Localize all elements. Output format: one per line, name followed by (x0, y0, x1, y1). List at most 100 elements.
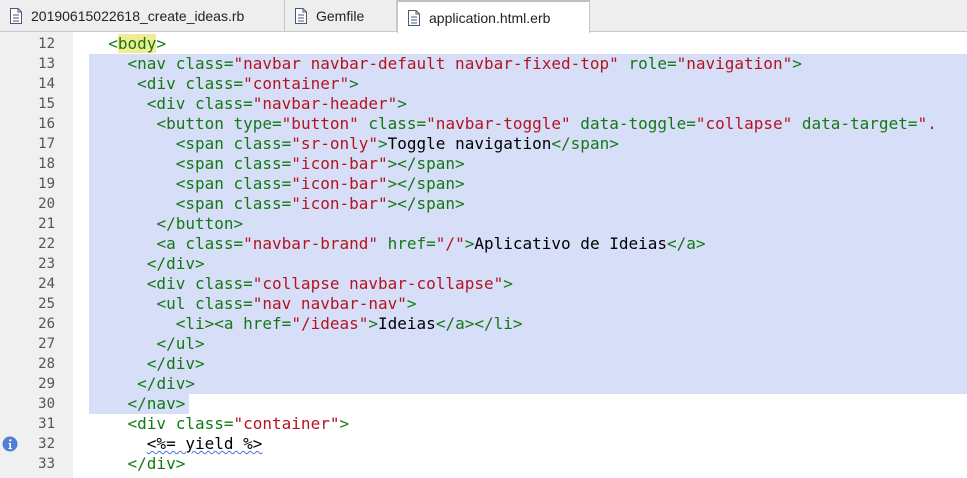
tab-label: 20190615022618_create_ideas.rb (31, 8, 245, 24)
code-token: <button (156, 114, 234, 133)
code-line[interactable]: <div class="container"> (89, 74, 359, 94)
file-icon (10, 8, 22, 24)
tab-label: application.html.erb (429, 9, 551, 26)
code-token: <%= yield %> (146, 434, 263, 453)
line-number: 28 (38, 356, 55, 372)
code-token: <div (137, 74, 186, 93)
code-line[interactable]: <span class="icon-bar"></span> (89, 194, 465, 214)
code-token: class= (233, 194, 292, 213)
code-line[interactable]: <div class="collapse navbar-collapse"> (89, 274, 513, 294)
code-line[interactable]: <%= yield %> (89, 434, 263, 454)
code-token: class= (185, 74, 244, 93)
line-number: 30 (38, 396, 55, 412)
code-token: "collapse" (695, 114, 793, 133)
info-icon[interactable] (2, 436, 18, 452)
code-line[interactable]: <ul class="nav navbar-nav"> (89, 294, 416, 314)
code-line[interactable]: </div> (89, 374, 195, 394)
code-token: <nav (127, 54, 176, 73)
code-line[interactable]: </div> (89, 254, 205, 274)
code-token: "icon-bar" (291, 154, 388, 173)
code-token: "icon-bar" (291, 194, 388, 213)
code-token: > (503, 274, 513, 293)
code-token: <a (156, 234, 186, 253)
line-number: 18 (38, 156, 55, 172)
code-line[interactable]: <a class="navbar-brand" href="/">Aplicat… (89, 234, 706, 254)
file-icon (295, 8, 307, 24)
line-number: 27 (38, 336, 55, 352)
line-number: 17 (38, 136, 55, 152)
code-token: <span (175, 154, 234, 173)
code-line[interactable]: <span class="sr-only">Toggle navigation<… (89, 134, 619, 154)
line-number: 23 (38, 256, 55, 272)
code-token: <span (175, 134, 234, 153)
code-line[interactable]: <nav class="navbar navbar-default navbar… (89, 54, 802, 74)
code-token: data-toggle= (570, 114, 696, 133)
code-token: class= (194, 294, 253, 313)
code-token: > (792, 54, 802, 73)
line-number: 26 (38, 316, 55, 332)
code-token: > (368, 314, 379, 333)
code-token: Toggle navigation (387, 134, 552, 153)
tab-application-html-erb[interactable]: application.html.erb (397, 0, 590, 33)
line-number: 19 (38, 176, 55, 192)
code-token: class= (194, 274, 253, 293)
code-line[interactable]: </ul> (89, 334, 204, 354)
code-token: "nav navbar-nav" (252, 294, 407, 313)
code-line[interactable]: </nav> (89, 394, 186, 414)
code-token: "navbar navbar-default navbar-fixed-top" (233, 54, 619, 73)
code-token: ></span> (387, 174, 465, 193)
code-token: "navbar-toggle" (426, 114, 571, 133)
code-line[interactable]: </div> (89, 454, 186, 474)
editor-tab-bar: 20190615022618_create_ideas.rb Gemfile a… (0, 0, 967, 33)
code-token: class= (175, 414, 234, 433)
code-token: "button" (281, 114, 359, 133)
code-token: "navbar-header" (252, 94, 398, 113)
code-token: "collapse navbar-collapse" (252, 274, 504, 293)
code-line[interactable]: <li><a href="/ideas">Ideias</a></li> (89, 314, 523, 334)
code-token: Ideias (378, 314, 436, 333)
code-line[interactable]: <button type="button" class="navbar-togg… (89, 114, 936, 134)
code-token: </nav> (127, 394, 186, 413)
code-line[interactable]: <div class="container"> (89, 414, 350, 434)
code-line[interactable]: <span class="icon-bar"></span> (89, 174, 465, 194)
file-icon (408, 9, 420, 26)
code-token: > (156, 34, 167, 53)
code-token: </div> (146, 254, 205, 273)
code-token: <div (146, 274, 195, 293)
code-token: class= (233, 174, 292, 193)
code-token: class= (233, 134, 292, 153)
code-token: </button> (156, 214, 244, 233)
code-token: > (464, 234, 475, 253)
code-token: Aplicativo de Ideias (474, 234, 667, 253)
code-line[interactable]: <div class="navbar-header"> (89, 94, 407, 114)
code-token: > (339, 414, 350, 433)
code-token: class= (175, 54, 234, 73)
code-token: role= (618, 54, 677, 73)
code-token: <span (175, 194, 234, 213)
code-line[interactable]: </button> (89, 214, 243, 234)
tab-create-ideas[interactable]: 20190615022618_create_ideas.rb (0, 0, 285, 32)
code-token: "container" (233, 414, 340, 433)
code-token: > (397, 94, 407, 113)
line-number: 31 (38, 416, 55, 432)
code-line[interactable]: <span class="icon-bar"></span> (89, 154, 465, 174)
line-number: 25 (38, 296, 55, 312)
tab-label: Gemfile (316, 8, 365, 24)
line-number: 29 (38, 376, 55, 392)
code-token: </a> (667, 234, 706, 253)
line-number: 14 (38, 76, 55, 92)
code-token: > (378, 134, 388, 153)
code-line[interactable]: </div> (89, 354, 205, 374)
tab-gemfile[interactable]: Gemfile (285, 0, 397, 32)
code-line[interactable]: <body> (89, 34, 166, 54)
code-token: class= (185, 234, 244, 253)
